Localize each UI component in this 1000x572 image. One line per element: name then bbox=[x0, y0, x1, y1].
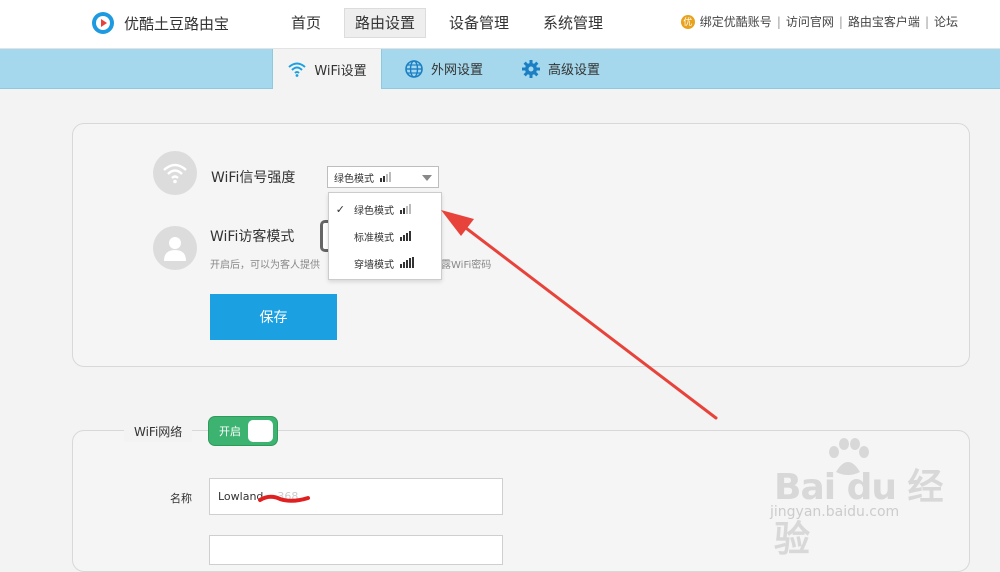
baidu-watermark: Bai du 经验 jingyan.baidu.com bbox=[766, 438, 976, 560]
watermark-url: jingyan.baidu.com bbox=[770, 504, 900, 520]
